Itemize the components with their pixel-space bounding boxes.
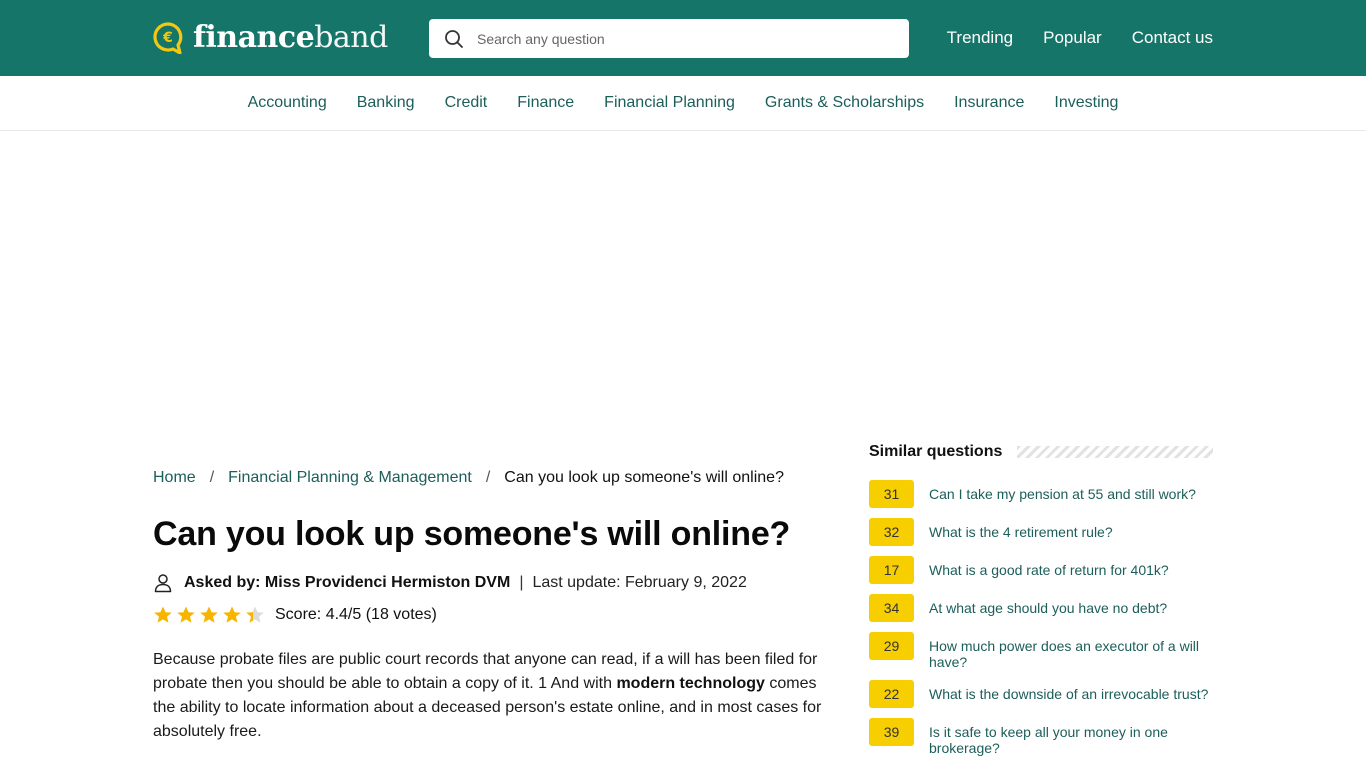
breadcrumb-category[interactable]: Financial Planning & Management bbox=[228, 469, 472, 487]
svg-text:€: € bbox=[162, 30, 173, 46]
answer-text-bold: modern technology bbox=[616, 675, 765, 692]
star-full-icon[interactable] bbox=[199, 605, 219, 625]
list-item: 29 How much power does an executor of a w… bbox=[869, 632, 1213, 670]
breadcrumb-home[interactable]: Home bbox=[153, 469, 196, 487]
search-box bbox=[429, 19, 909, 58]
category-investing[interactable]: Investing bbox=[1054, 94, 1118, 112]
logo-text: financeband bbox=[193, 20, 388, 55]
category-grants-scholarships[interactable]: Grants & Scholarships bbox=[765, 94, 924, 112]
answer-text: Because probate files are public court r… bbox=[153, 648, 833, 744]
page-title: Can you look up someone's will online? bbox=[153, 515, 791, 553]
question-meta: Asked by: Miss Providenci Hermiston DVM … bbox=[153, 573, 747, 593]
list-item: 31 Can I take my pension at 55 and still … bbox=[869, 480, 1213, 508]
answer-count-badge: 39 bbox=[869, 718, 914, 746]
question-link[interactable]: What is a good rate of return for 401k? bbox=[929, 556, 1213, 578]
similar-questions-title: Similar questions bbox=[869, 443, 1003, 460]
answer-count-badge: 17 bbox=[869, 556, 914, 584]
question-link[interactable]: How much power does an executor of a wil… bbox=[929, 632, 1213, 670]
category-banking[interactable]: Banking bbox=[357, 94, 415, 112]
rating: Score: 4.4/5 (18 votes) bbox=[153, 605, 437, 625]
star-half-icon[interactable] bbox=[245, 605, 265, 625]
nav-trending[interactable]: Trending bbox=[947, 28, 1013, 48]
question-link[interactable]: At what age should you have no debt? bbox=[929, 594, 1213, 616]
list-item: 39 Is it safe to keep all your money in o… bbox=[869, 718, 1213, 756]
site-logo[interactable]: € financeband bbox=[153, 20, 388, 56]
nav-popular[interactable]: Popular bbox=[1043, 28, 1102, 48]
category-nav: Accounting Banking Credit Finance Financ… bbox=[0, 76, 1366, 131]
search-input[interactable] bbox=[477, 30, 877, 47]
category-financial-planning[interactable]: Financial Planning bbox=[604, 94, 735, 112]
category-finance[interactable]: Finance bbox=[517, 94, 574, 112]
category-credit[interactable]: Credit bbox=[445, 94, 488, 112]
similar-questions: Similar questions 31 Can I take my pensio… bbox=[869, 440, 1213, 766]
category-insurance[interactable]: Insurance bbox=[954, 94, 1024, 112]
similar-questions-list: 31 Can I take my pension at 55 and still … bbox=[869, 480, 1213, 756]
top-nav: Trending Popular Contact us bbox=[947, 28, 1213, 48]
answer-count-badge: 22 bbox=[869, 680, 914, 708]
user-icon bbox=[153, 573, 173, 593]
search-icon[interactable] bbox=[444, 29, 464, 49]
answer-count-badge: 34 bbox=[869, 594, 914, 622]
last-update: Last update: February 9, 2022 bbox=[532, 574, 747, 591]
star-full-icon[interactable] bbox=[176, 605, 196, 625]
star-full-icon[interactable] bbox=[222, 605, 242, 625]
question-link[interactable]: What is the downside of an irrevocable t… bbox=[929, 680, 1213, 702]
list-item: 17 What is a good rate of return for 401k… bbox=[869, 556, 1213, 584]
list-item: 34 At what age should you have no debt? bbox=[869, 594, 1213, 622]
meta-separator: | bbox=[519, 574, 524, 591]
star-rating[interactable] bbox=[153, 605, 265, 625]
breadcrumb-separator: / bbox=[485, 469, 491, 486]
answer-count-badge: 32 bbox=[869, 518, 914, 546]
star-full-icon[interactable] bbox=[153, 605, 173, 625]
breadcrumb-separator: / bbox=[209, 469, 215, 486]
list-item: 32 What is the 4 retirement rule? bbox=[869, 518, 1213, 546]
category-accounting[interactable]: Accounting bbox=[248, 94, 327, 112]
score-text: Score: 4.4/5 (18 votes) bbox=[275, 606, 437, 623]
question-link[interactable]: Is it safe to keep all your money in one… bbox=[929, 718, 1213, 756]
answer-count-badge: 29 bbox=[869, 632, 914, 660]
breadcrumb: Home / Financial Planning & Management /… bbox=[153, 469, 784, 487]
question-link[interactable]: What is the 4 retirement rule? bbox=[929, 518, 1213, 540]
list-item: 22 What is the downside of an irrevocable… bbox=[869, 680, 1213, 708]
answer-count-badge: 31 bbox=[869, 480, 914, 508]
similar-questions-header: Similar questions bbox=[869, 440, 1213, 464]
striped-divider bbox=[1017, 446, 1213, 458]
breadcrumb-current: Can you look up someone's will online? bbox=[504, 469, 784, 486]
question-link[interactable]: Can I take my pension at 55 and still wo… bbox=[929, 480, 1213, 502]
euro-chat-bubble-icon: € bbox=[153, 22, 183, 55]
asked-by: Asked by: Miss Providenci Hermiston DVM bbox=[184, 574, 511, 591]
site-header: € financeband Trending Popular Contact u… bbox=[0, 0, 1366, 76]
nav-contact-us[interactable]: Contact us bbox=[1132, 28, 1213, 48]
